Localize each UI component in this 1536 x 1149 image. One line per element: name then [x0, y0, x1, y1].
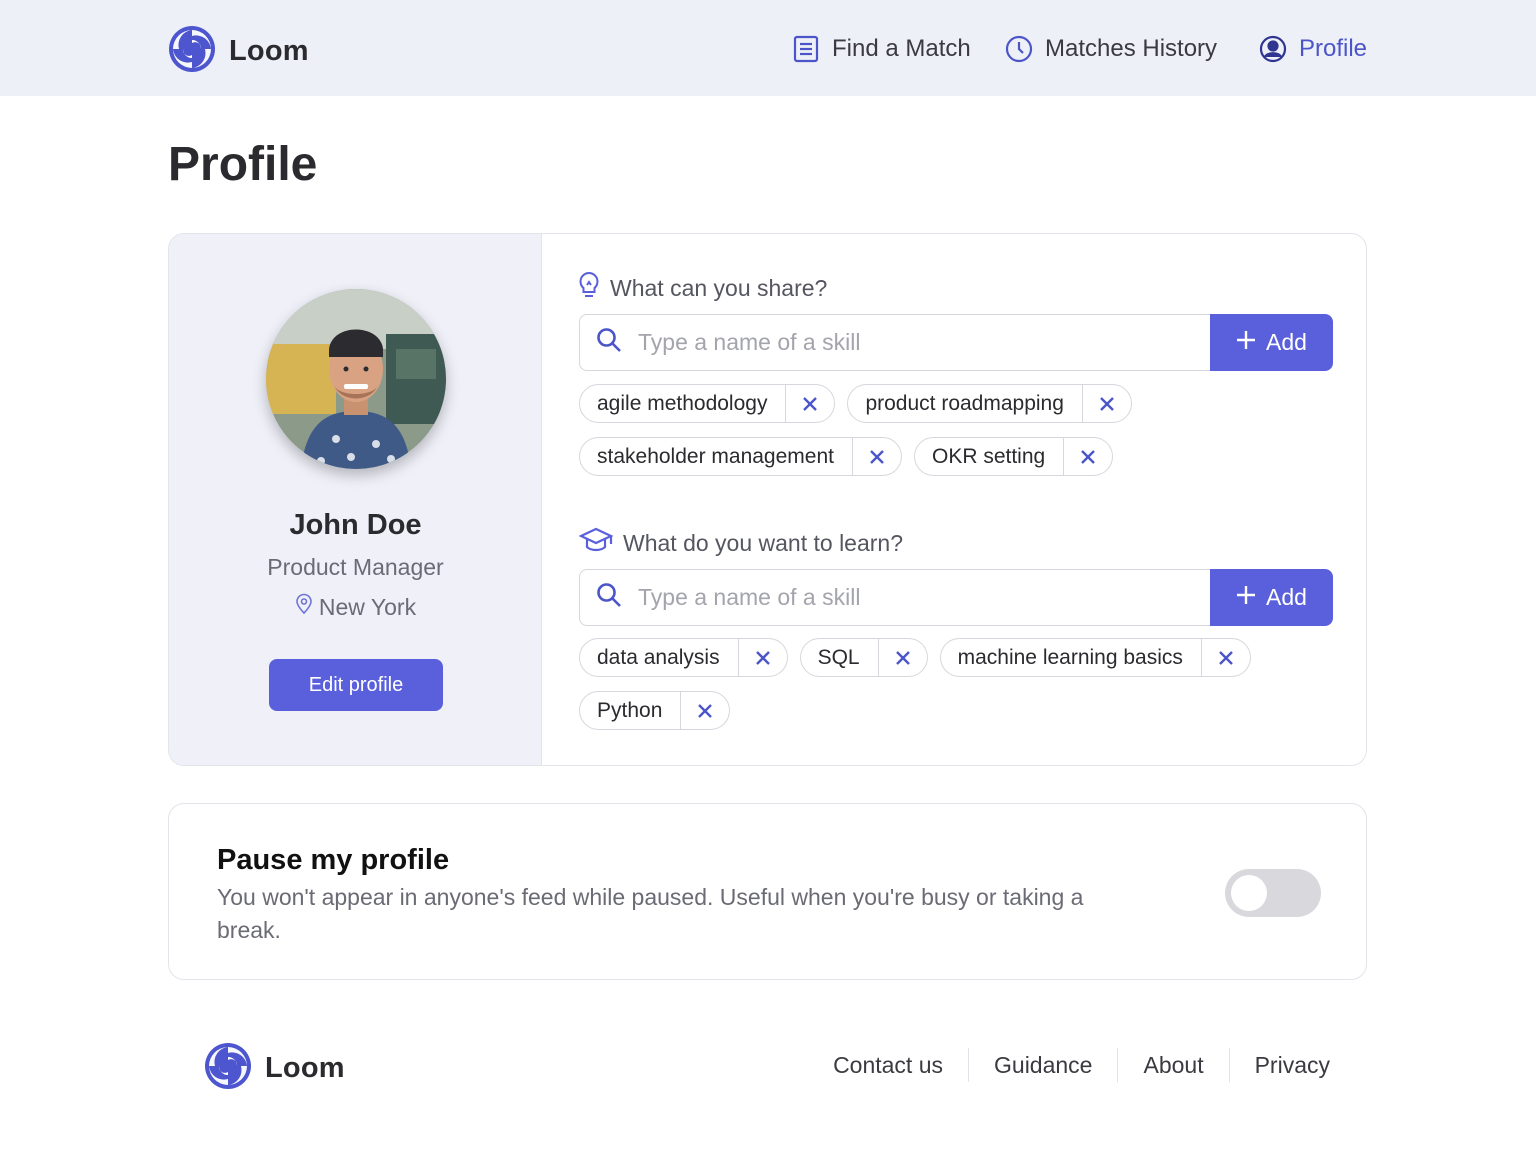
share-skill-chips: agile methodology product roadmapping st…: [579, 384, 1339, 476]
plus-icon: [1236, 329, 1256, 356]
search-icon: [596, 582, 622, 613]
avatar: [266, 289, 446, 469]
remove-skill-button[interactable]: [877, 639, 927, 676]
graduation-cap-icon: [578, 526, 614, 560]
search-icon: [596, 327, 622, 358]
pause-profile-card: Pause my profile You won't appear in any…: [168, 803, 1367, 980]
share-section-title: What can you share?: [610, 274, 828, 301]
share-add-label: Add: [1266, 329, 1307, 355]
skill-chip: stakeholder management: [579, 437, 902, 476]
learn-add-label: Add: [1266, 584, 1307, 610]
learn-section-heading: What do you want to learn?: [578, 526, 903, 560]
close-icon: [803, 396, 818, 411]
remove-skill-button[interactable]: [680, 692, 729, 729]
skill-chip-label: Python: [597, 698, 663, 722]
nav-profile-label: Profile: [1299, 35, 1368, 62]
footer-link-guidance[interactable]: Guidance: [968, 1048, 1117, 1082]
learn-add-button[interactable]: Add: [1210, 569, 1333, 626]
close-icon: [1100, 396, 1114, 411]
learn-skill-input[interactable]: [638, 584, 1158, 611]
nav-matches-history-label: Matches History: [1045, 35, 1218, 62]
toggle-knob: [1231, 875, 1267, 911]
location-pin-icon: [295, 593, 313, 621]
close-icon: [755, 650, 770, 665]
user-role: Product Manager: [267, 554, 444, 580]
close-icon: [698, 703, 713, 718]
share-add-button[interactable]: Add: [1210, 314, 1333, 371]
skill-chip: SQL: [799, 638, 928, 677]
logo-text: Loom: [229, 35, 309, 67]
footer-link-about[interactable]: About: [1117, 1048, 1228, 1082]
close-icon: [895, 650, 910, 665]
document-list-icon: [792, 35, 820, 63]
remove-skill-button[interactable]: [851, 438, 901, 475]
header-logo[interactable]: Loom: [167, 24, 309, 79]
remove-skill-button[interactable]: [737, 639, 787, 676]
footer-logo[interactable]: Loom: [203, 1041, 345, 1096]
pause-description: You won't appear in anyone's feed while …: [217, 884, 1084, 943]
footer-link-contact[interactable]: Contact us: [808, 1048, 968, 1082]
loom-logo-icon: [167, 24, 217, 79]
share-skill-input[interactable]: [638, 329, 1158, 356]
nav-find-a-match[interactable]: Find a Match: [792, 30, 971, 68]
close-icon: [870, 449, 884, 464]
profile-card: John Doe Product Manager New York Edit p…: [168, 233, 1367, 766]
share-section-heading: What can you share?: [578, 271, 827, 305]
logo-text: Loom: [265, 1052, 345, 1084]
share-search-box: [579, 314, 1210, 371]
edit-profile-button[interactable]: Edit profile: [269, 659, 443, 711]
skill-chip: data analysis: [579, 638, 788, 677]
user-location: New York: [169, 593, 542, 621]
learn-search-box: [579, 569, 1210, 626]
close-icon: [1219, 650, 1233, 665]
clock-icon: [1005, 35, 1033, 63]
user-name: John Doe: [289, 509, 422, 541]
skill-chip: OKR setting: [913, 437, 1114, 476]
skill-chip: product roadmapping: [847, 384, 1132, 423]
skill-chip-label: stakeholder management: [597, 444, 834, 468]
remove-skill-button[interactable]: [1081, 385, 1131, 422]
skill-chip-label: SQL: [817, 645, 860, 669]
user-location-text: New York: [318, 593, 417, 620]
close-icon: [1081, 449, 1096, 464]
remove-skill-button[interactable]: [1063, 438, 1112, 475]
skill-chip-label: agile methodology: [597, 391, 768, 415]
remove-skill-button[interactable]: [785, 385, 834, 422]
skill-chip-label: product roadmapping: [865, 391, 1064, 415]
footer-links: Contact us Guidance About Privacy: [808, 1046, 1330, 1084]
plus-icon: [1236, 584, 1256, 611]
top-navigation-bar: Loom Find a Match Matches History Profil…: [0, 0, 1536, 96]
learn-skill-search: Add: [579, 569, 1333, 626]
share-skill-search: Add: [579, 314, 1333, 371]
pause-title: Pause my profile: [217, 844, 450, 876]
skill-chip: Python: [579, 691, 731, 730]
learn-section-title: What do you want to learn?: [623, 529, 903, 556]
pause-toggle[interactable]: [1225, 869, 1321, 917]
nav-matches-history[interactable]: Matches History: [1005, 30, 1217, 68]
nav-find-a-match-label: Find a Match: [832, 35, 971, 62]
skill-chip: machine learning basics: [939, 638, 1251, 677]
learn-skill-chips: data analysis SQL machine learning basic…: [579, 638, 1339, 730]
skill-chip-label: OKR setting: [931, 444, 1046, 468]
skill-chip-label: machine learning basics: [957, 645, 1183, 669]
loom-logo-icon: [203, 1041, 253, 1096]
page-title: Profile: [168, 138, 318, 191]
footer-link-privacy[interactable]: Privacy: [1228, 1048, 1330, 1082]
user-circle-icon: [1259, 35, 1287, 63]
nav-profile[interactable]: Profile: [1259, 30, 1367, 68]
skill-chip: agile methodology: [579, 384, 836, 423]
remove-skill-button[interactable]: [1200, 639, 1250, 676]
profile-summary-panel: John Doe Product Manager New York Edit p…: [169, 234, 542, 765]
lightbulb-icon: [578, 271, 600, 305]
skill-chip-label: data analysis: [597, 645, 720, 669]
